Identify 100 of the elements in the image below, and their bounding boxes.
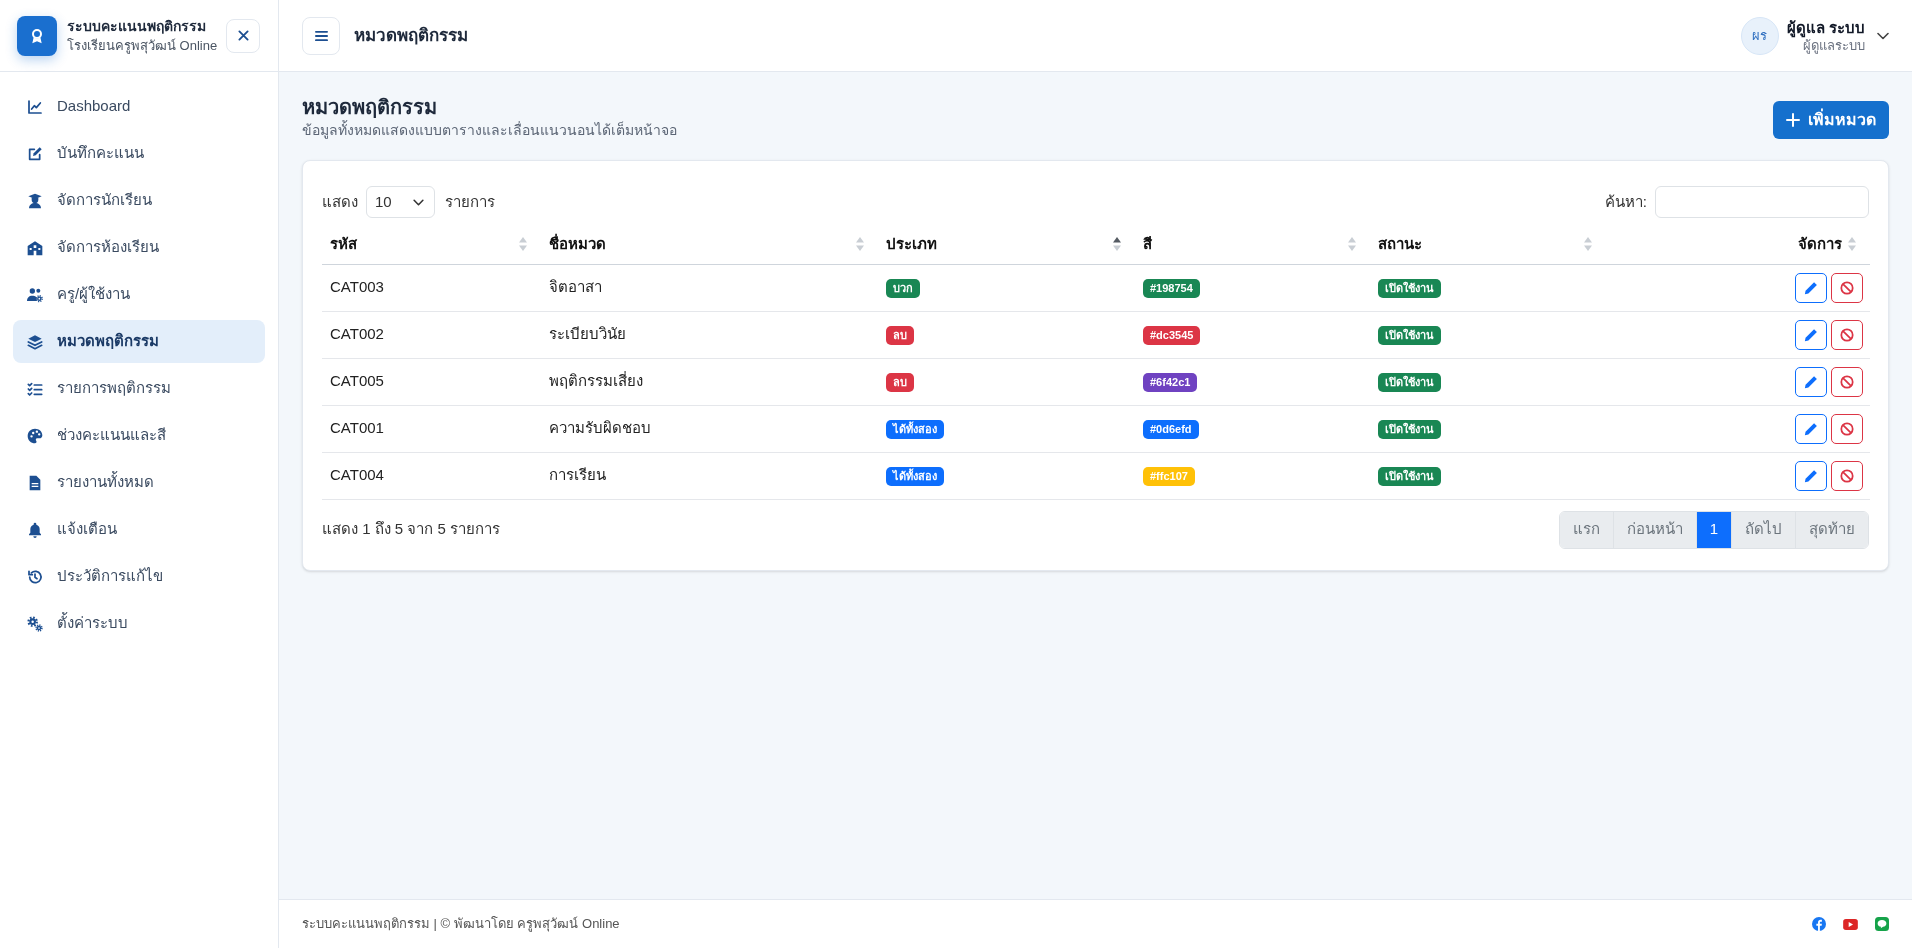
sidebar-item[interactable]: จัดการห้องเรียน xyxy=(13,226,265,269)
status-badge: เปิดใช้งาน xyxy=(1378,373,1441,392)
status-badge: เปิดใช้งาน xyxy=(1378,279,1441,298)
table-info: แสดง 1 ถึง 5 จาก 5 รายการ xyxy=(322,519,501,540)
sidebar-item[interactable]: รายการพฤติกรรม xyxy=(13,367,265,410)
footer-text: ระบบคะแนนพฤติกรรม | © พัฒนาโดย ครูพสุวัฒน์ Online xyxy=(302,915,620,934)
chevron-down-icon xyxy=(413,198,424,206)
close-button[interactable] xyxy=(226,18,260,53)
layers-icon xyxy=(27,333,43,350)
page-subtitle: ข้อมูลทั้งหมดแสดงแบบตารางและเลื่อนแนวนอนได้เต็มหน้าจอ xyxy=(302,120,677,140)
disable-button[interactable] xyxy=(1831,272,1863,303)
color-badge: #198754 xyxy=(1143,279,1200,298)
checklist-icon xyxy=(27,380,43,397)
user-role: ผู้ดูแลระบบ xyxy=(1803,37,1865,54)
pencil-icon xyxy=(1804,468,1818,483)
app-title: ระบบคะแนนพฤติกรรม xyxy=(67,16,207,36)
length-label: รายการ xyxy=(445,191,495,212)
school-building-icon xyxy=(27,239,43,256)
plus-icon xyxy=(1786,113,1800,127)
disable-button[interactable] xyxy=(1831,460,1863,491)
table-cell: CAT002 xyxy=(330,325,384,343)
table-cell: CAT001 xyxy=(330,419,384,437)
page-title: หมวดพฤติกรรม xyxy=(302,95,438,120)
search-label: ค้นหา: xyxy=(1604,191,1647,212)
page-header-title: หมวดพฤติกรรม xyxy=(354,24,468,47)
video-play-icon[interactable] xyxy=(1843,918,1858,930)
color-badge: #6f42c1 xyxy=(1143,373,1198,392)
edit-button[interactable] xyxy=(1795,319,1827,350)
column-header[interactable]: สถานะ xyxy=(1378,232,1422,255)
graduate-icon xyxy=(27,192,43,209)
edit-button[interactable] xyxy=(1795,272,1827,303)
status-badge: เปิดใช้งาน xyxy=(1378,420,1441,439)
table-cell: CAT005 xyxy=(330,372,384,390)
menu-button[interactable] xyxy=(302,16,340,55)
sidebar-item[interactable]: ครู/ผู้ใช้งาน xyxy=(13,273,265,316)
table-cell: การเรียน xyxy=(549,466,606,484)
chevron-down-icon xyxy=(1877,31,1889,40)
type-badge: ลบ xyxy=(886,326,914,345)
color-badge: #0d6efd xyxy=(1143,420,1199,439)
column-header[interactable]: ชื่อหมวด xyxy=(549,232,606,255)
users-gear-icon xyxy=(27,286,43,303)
table-cell: ระเบียบวินัย xyxy=(549,325,626,343)
column-header[interactable]: จัดการ xyxy=(1798,232,1842,255)
sidebar-item[interactable]: ช่วงคะแนนและสี xyxy=(13,414,265,457)
edit-button[interactable] xyxy=(1795,366,1827,397)
pencil-icon xyxy=(1804,280,1818,295)
award-icon xyxy=(17,15,57,56)
sidebar-item[interactable]: แจ้งเตือน xyxy=(13,508,265,551)
sidebar-item[interactable]: Dashboard xyxy=(13,85,265,128)
color-badge: #ffc107 xyxy=(1143,467,1195,486)
pencil-icon xyxy=(1804,421,1818,436)
column-header[interactable]: ประเภท xyxy=(886,232,937,255)
page-size-select[interactable]: 10 xyxy=(366,186,435,218)
type-badge: บวก xyxy=(886,279,920,298)
table-cell: CAT003 xyxy=(330,278,384,296)
close-icon xyxy=(237,30,249,41)
sidebar-item[interactable]: จัดการนักเรียน xyxy=(13,179,265,222)
sidebar-item[interactable]: ประวัติการแก้ไข xyxy=(13,555,265,598)
table-cell: CAT004 xyxy=(330,466,384,484)
type-badge: ได้ทั้งสอง xyxy=(886,420,944,439)
ban-icon xyxy=(1840,327,1854,342)
pencil-icon xyxy=(1804,327,1818,342)
user-avatar[interactable]: ผร xyxy=(1740,16,1779,55)
sidebar-item[interactable]: หมวดพฤติกรรม xyxy=(13,320,265,363)
document-icon xyxy=(27,474,43,491)
ban-icon xyxy=(1840,374,1854,389)
edit-button[interactable] xyxy=(1795,460,1827,491)
sidebar-item[interactable]: บันทึกคะแนน xyxy=(13,132,265,175)
add-category-button[interactable]: เพิ่มหมวด xyxy=(1773,101,1889,139)
disable-button[interactable] xyxy=(1831,413,1863,444)
sidebar-item[interactable]: ตั้งค่าระบบ xyxy=(13,602,265,645)
facebook-icon[interactable] xyxy=(1812,917,1826,931)
type-badge: ได้ทั้งสอง xyxy=(886,467,944,486)
pagination-button[interactable]: 1 xyxy=(1696,511,1732,548)
table-cell: จิตอาสา xyxy=(549,278,602,296)
sort-icon[interactable] xyxy=(1113,236,1121,251)
gears-icon xyxy=(27,615,43,632)
ban-icon xyxy=(1840,468,1854,483)
bell-icon xyxy=(27,521,43,538)
menu-icon xyxy=(314,29,328,42)
status-badge: เปิดใช้งาน xyxy=(1378,326,1441,345)
status-badge: เปิดใช้งาน xyxy=(1378,467,1441,486)
disable-button[interactable] xyxy=(1831,319,1863,350)
history-icon xyxy=(27,568,43,585)
edit-icon xyxy=(27,145,43,162)
color-badge: #dc3545 xyxy=(1143,326,1201,345)
ban-icon xyxy=(1840,421,1854,436)
type-badge: ลบ xyxy=(886,373,914,392)
column-header[interactable]: สี xyxy=(1143,232,1152,255)
sidebar-item[interactable]: รายงานทั้งหมด xyxy=(13,461,265,504)
search-field[interactable] xyxy=(1655,186,1869,218)
palette-icon xyxy=(27,427,43,444)
column-header[interactable]: รหัส xyxy=(330,232,357,255)
school-name: โรงเรียนครูพสุวัฒน์ Online xyxy=(67,36,216,55)
table-cell: พฤติกรรมเสี่ยง xyxy=(549,372,643,390)
chat-bubble-icon[interactable] xyxy=(1875,917,1889,931)
length-label: แสดง xyxy=(322,191,358,212)
disable-button[interactable] xyxy=(1831,366,1863,397)
ban-icon xyxy=(1840,280,1854,295)
edit-button[interactable] xyxy=(1795,413,1827,444)
